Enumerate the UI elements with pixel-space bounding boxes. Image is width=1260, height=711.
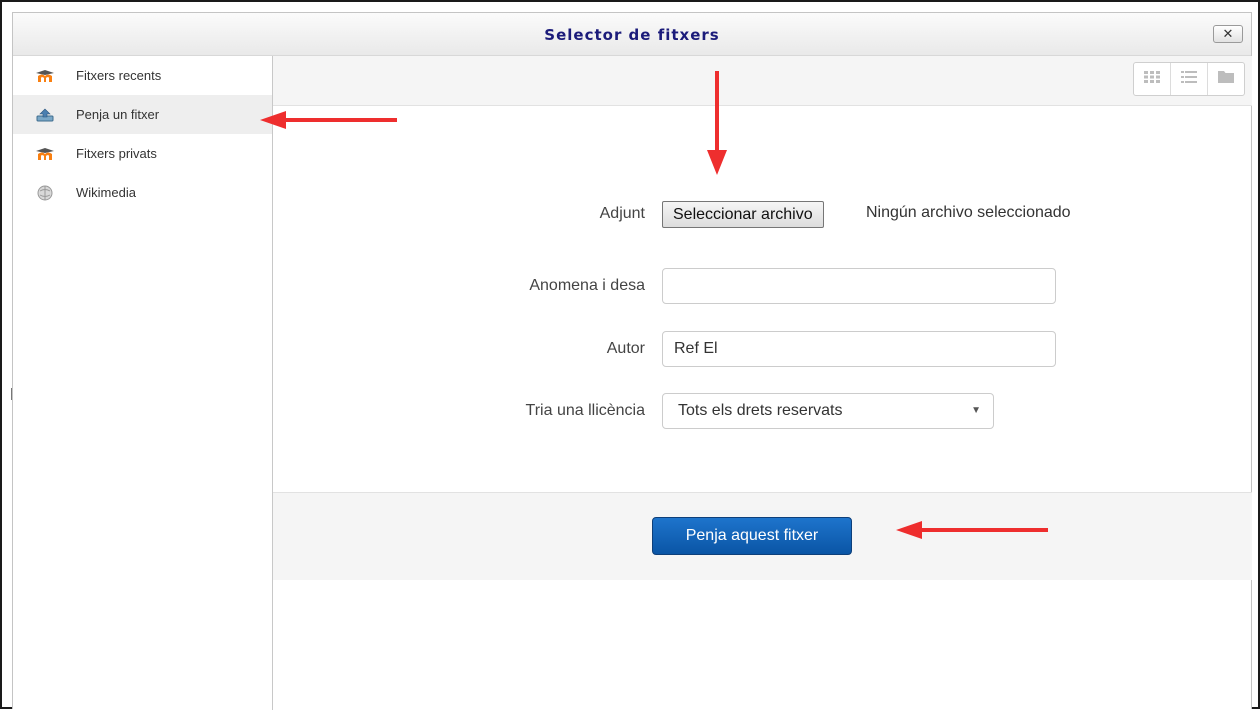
icons-view-icon bbox=[1144, 70, 1160, 88]
file-toolbar bbox=[273, 56, 1252, 106]
choose-file-button[interactable]: Seleccionar archivo bbox=[662, 201, 824, 228]
sidebar-item-label: Fitxers recents bbox=[76, 68, 162, 83]
dialog-title: Selector de fitxers bbox=[544, 26, 720, 44]
main-panel: Adjunt Seleccionar archivo Ningún archiv… bbox=[273, 56, 1252, 710]
license-label: Tria una llicència bbox=[525, 402, 645, 419]
list-view-icon bbox=[1181, 70, 1197, 88]
license-select[interactable]: Tots els drets reservats ▼ bbox=[662, 393, 994, 429]
license-row: Tria una llicència Tots els drets reserv… bbox=[273, 393, 1252, 429]
attachment-row: Adjunt Seleccionar archivo Ningún archiv… bbox=[273, 196, 1252, 232]
moodle-icon bbox=[35, 146, 55, 162]
tree-view-button[interactable] bbox=[1208, 63, 1244, 95]
sidebar-item-label: Wikimedia bbox=[76, 185, 136, 200]
repository-sidebar: Fitxers recents Penja un fitxer Fitxers … bbox=[13, 56, 273, 710]
screenshot-frame: Selector de fitxers ✕ Fitxers recents Pe… bbox=[0, 0, 1260, 710]
wikimedia-icon bbox=[35, 185, 55, 201]
sidebar-item-private-files[interactable]: Fitxers privats bbox=[13, 134, 272, 173]
upload-file-button[interactable]: Penja aquest fitxer bbox=[652, 517, 852, 555]
sidebar-item-label: Penja un fitxer bbox=[76, 107, 160, 122]
sidebar-item-label: Fitxers privats bbox=[76, 146, 157, 161]
list-view-button[interactable] bbox=[1171, 63, 1208, 95]
moodle-icon bbox=[35, 68, 55, 84]
save-as-row: Anomena i desa bbox=[273, 268, 1252, 304]
upload-icon bbox=[35, 107, 55, 123]
chevron-down-icon: ▼ bbox=[971, 405, 981, 416]
sidebar-item-upload-file[interactable]: Penja un fitxer bbox=[13, 95, 272, 134]
file-status-text: Ningún archivo seleccionado bbox=[866, 204, 1071, 221]
icons-view-button[interactable] bbox=[1134, 63, 1171, 95]
tree-view-icon bbox=[1218, 70, 1234, 88]
author-input[interactable] bbox=[662, 331, 1056, 367]
save-as-label: Anomena i desa bbox=[529, 277, 645, 294]
attachment-label: Adjunt bbox=[599, 205, 645, 222]
close-button[interactable]: ✕ bbox=[1213, 25, 1243, 43]
view-switcher bbox=[1133, 62, 1245, 96]
dialog-titlebar: Selector de fitxers ✕ bbox=[13, 13, 1251, 56]
save-as-input[interactable] bbox=[662, 268, 1056, 304]
file-picker-dialog: Selector de fitxers ✕ Fitxers recents Pe… bbox=[12, 12, 1252, 710]
form-footer: Penja aquest fitxer bbox=[273, 492, 1252, 580]
sidebar-item-wikimedia[interactable]: Wikimedia bbox=[13, 173, 272, 212]
sidebar-item-recent-files[interactable]: Fitxers recents bbox=[13, 56, 272, 95]
author-label: Autor bbox=[606, 340, 645, 357]
author-row: Autor bbox=[273, 331, 1252, 367]
license-selected-value: Tots els drets reservats bbox=[678, 402, 843, 419]
